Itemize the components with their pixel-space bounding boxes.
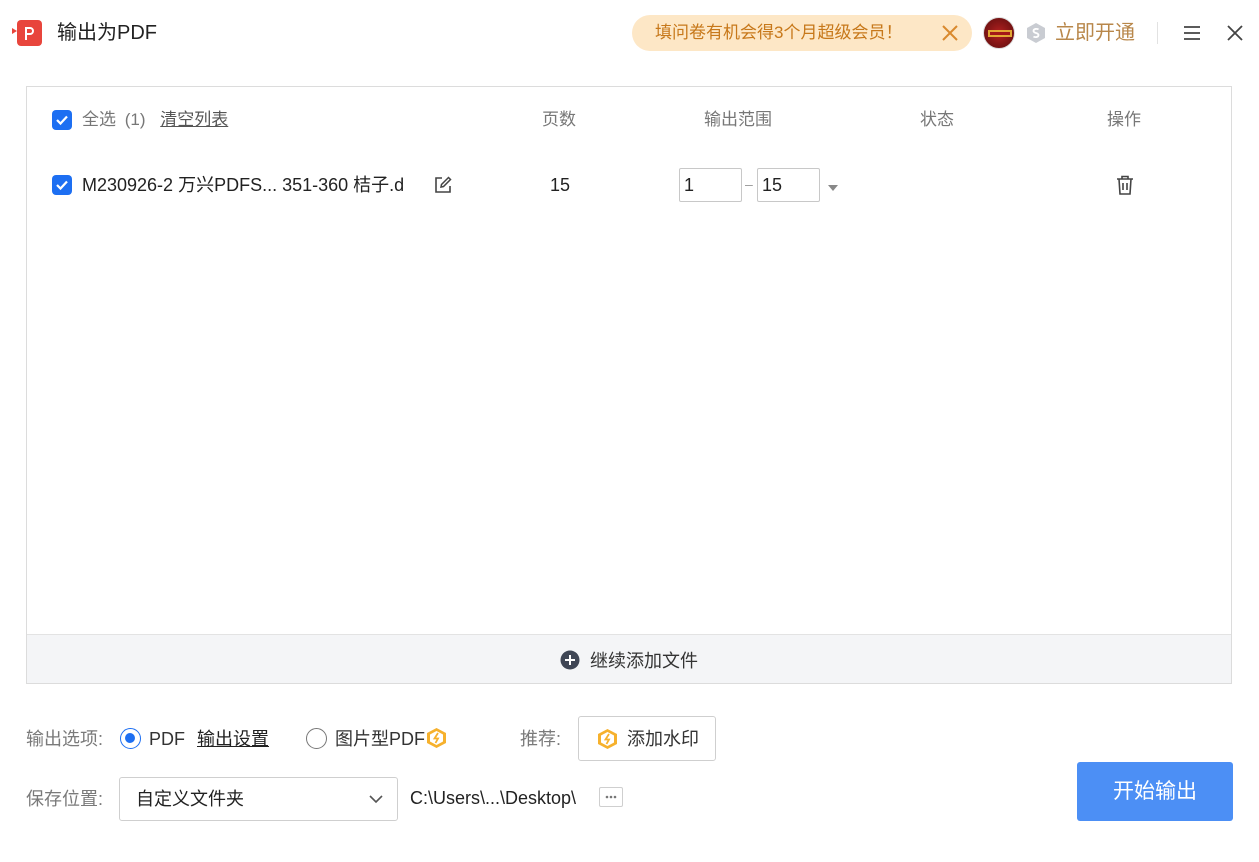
- pdf-option-label[interactable]: PDF: [149, 727, 185, 751]
- range-to-input[interactable]: 15: [757, 168, 820, 202]
- save-folder-value: 自定义文件夹: [136, 789, 244, 809]
- watermark-coin-icon: [597, 728, 618, 750]
- output-settings-link[interactable]: 输出设置: [197, 727, 269, 751]
- recommend-label: 推荐:: [520, 729, 562, 749]
- select-all-text: 全选: [82, 110, 116, 129]
- promo-close-icon[interactable]: [938, 21, 962, 45]
- app-logo-icon: [12, 18, 44, 48]
- pdf-radio[interactable]: [120, 728, 141, 749]
- chevron-down-icon: [367, 790, 385, 808]
- window-title: 输出为PDF: [57, 22, 157, 44]
- save-path-text: C:\Users\...\Desktop\: [410, 788, 577, 808]
- browse-folder-button[interactable]: [599, 787, 623, 807]
- range-from-input[interactable]: 1: [679, 168, 742, 202]
- column-header-status: 状态: [920, 110, 954, 129]
- clear-list-link[interactable]: 清空列表: [160, 110, 228, 129]
- rename-edit-icon[interactable]: [433, 175, 453, 195]
- range-separator: –: [745, 176, 753, 192]
- start-output-button[interactable]: 开始输出: [1077, 762, 1233, 821]
- column-header-actions: 操作: [1107, 110, 1141, 129]
- page-count: 15: [550, 175, 571, 195]
- select-all-count: (1): [124, 110, 146, 129]
- save-folder-select[interactable]: 自定义文件夹: [119, 777, 398, 821]
- close-icon[interactable]: [1224, 22, 1246, 44]
- open-vip-link[interactable]: 立即开通: [1055, 19, 1135, 47]
- column-header-range: 输出范围: [704, 110, 772, 129]
- output-options-label: 输出选项:: [26, 729, 104, 749]
- file-name: M230926-2 万兴PDFS... 351-360 桔子.d: [82, 175, 405, 195]
- select-all-checkbox[interactable]: [52, 110, 72, 130]
- more-dots-icon: [605, 795, 617, 799]
- plus-circle-icon: [560, 650, 580, 670]
- save-location-label: 保存位置:: [26, 789, 104, 809]
- delete-trash-icon[interactable]: [1113, 173, 1137, 197]
- titlebar-divider: [1157, 22, 1158, 44]
- row-checkbox[interactable]: [52, 175, 72, 195]
- user-avatar[interactable]: [983, 17, 1015, 49]
- select-all-label: 全选 (1) 清空列表: [82, 108, 228, 132]
- promo-banner[interactable]: 填问卷有机会得3个月超级会员！: [632, 15, 972, 51]
- promo-text[interactable]: 填问卷有机会得3个月超级会员！: [655, 15, 902, 51]
- column-header-pages: 页数: [542, 110, 576, 129]
- range-dropdown-icon[interactable]: [827, 180, 839, 191]
- vip-badge-icon: [1025, 22, 1047, 44]
- add-watermark-label: 添加水印: [627, 729, 699, 749]
- image-pdf-option-label[interactable]: 图片型PDF: [335, 727, 425, 751]
- image-pdf-radio[interactable]: [306, 728, 327, 749]
- add-more-files-button[interactable]: 继续添加文件: [27, 634, 1231, 683]
- add-watermark-button[interactable]: 添加水印: [578, 716, 716, 761]
- add-more-files-label: 继续添加文件: [590, 650, 698, 671]
- premium-coin-icon: [426, 727, 447, 749]
- menu-icon[interactable]: [1181, 22, 1203, 44]
